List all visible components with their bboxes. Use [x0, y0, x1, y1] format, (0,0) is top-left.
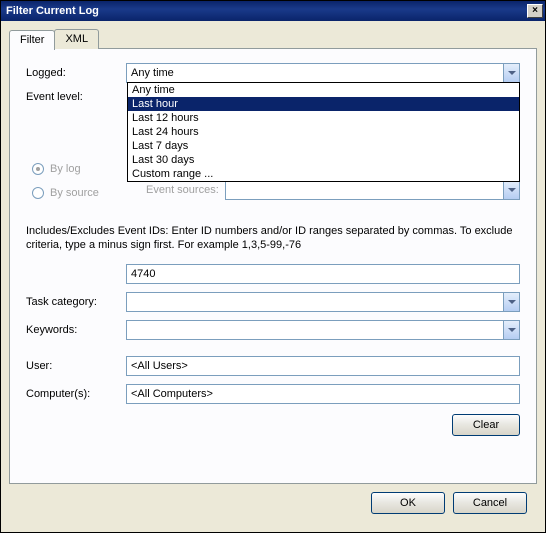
logged-option-any-time[interactable]: Any time: [128, 83, 519, 97]
dialog-button-row: OK Cancel: [9, 484, 537, 524]
logged-option-last-7-days[interactable]: Last 7 days: [128, 139, 519, 153]
keywords-label: Keywords:: [26, 324, 126, 336]
by-log-label: By log: [50, 163, 81, 175]
logged-combo[interactable]: Any time: [126, 63, 520, 83]
logged-combo-value: Any time: [131, 67, 503, 79]
logged-option-last-30-days[interactable]: Last 30 days: [128, 153, 519, 167]
chevron-down-icon[interactable]: [503, 321, 519, 339]
tab-filter[interactable]: Filter: [9, 30, 55, 50]
logged-option-last-hour[interactable]: Last hour: [128, 97, 519, 111]
clear-button[interactable]: Clear: [452, 414, 520, 436]
logged-dropdown-list[interactable]: Any time Last hour Last 12 hours Last 24…: [127, 82, 520, 182]
event-id-input[interactable]: [126, 264, 520, 284]
titlebar: Filter Current Log ×: [1, 1, 545, 21]
task-category-combo[interactable]: [126, 292, 520, 312]
event-sources-label: Event sources:: [146, 184, 219, 196]
keywords-combo[interactable]: [126, 320, 520, 340]
event-level-label: Event level:: [26, 91, 126, 103]
ok-button[interactable]: OK: [371, 492, 445, 514]
filter-dialog: Filter Current Log × Filter XML Logged: …: [0, 0, 546, 533]
logged-label: Logged:: [26, 67, 126, 79]
user-label: User:: [26, 360, 126, 372]
event-sources-combo[interactable]: [225, 180, 520, 200]
chevron-down-icon[interactable]: [503, 181, 519, 199]
event-sources-row: Event sources:: [146, 180, 520, 200]
logged-row: Logged: Any time: [26, 63, 520, 83]
task-category-label: Task category:: [26, 296, 126, 308]
close-button[interactable]: ×: [527, 4, 543, 18]
logged-option-last-24-hours[interactable]: Last 24 hours: [128, 125, 519, 139]
client-area: Filter XML Logged: Any time Event level:…: [1, 21, 545, 532]
logged-option-last-12-hours[interactable]: Last 12 hours: [128, 111, 519, 125]
event-id-description: Includes/Excludes Event IDs: Enter ID nu…: [26, 224, 520, 252]
chevron-down-icon[interactable]: [503, 64, 519, 82]
user-input[interactable]: [126, 356, 520, 376]
by-source-radio[interactable]: [32, 187, 44, 199]
chevron-down-icon[interactable]: [503, 293, 519, 311]
cancel-button[interactable]: Cancel: [453, 492, 527, 514]
tab-xml[interactable]: XML: [54, 29, 99, 49]
tab-panel-filter: Logged: Any time Event level: Any time L…: [9, 48, 537, 484]
computers-label: Computer(s):: [26, 388, 126, 400]
by-log-radio[interactable]: [32, 163, 44, 175]
window-title: Filter Current Log: [6, 5, 99, 17]
tab-row: Filter XML: [9, 29, 537, 49]
inner-button-row: Clear: [26, 414, 520, 436]
by-source-label: By source: [50, 187, 99, 199]
logged-option-custom-range[interactable]: Custom range ...: [128, 167, 519, 181]
computers-input[interactable]: [126, 384, 520, 404]
